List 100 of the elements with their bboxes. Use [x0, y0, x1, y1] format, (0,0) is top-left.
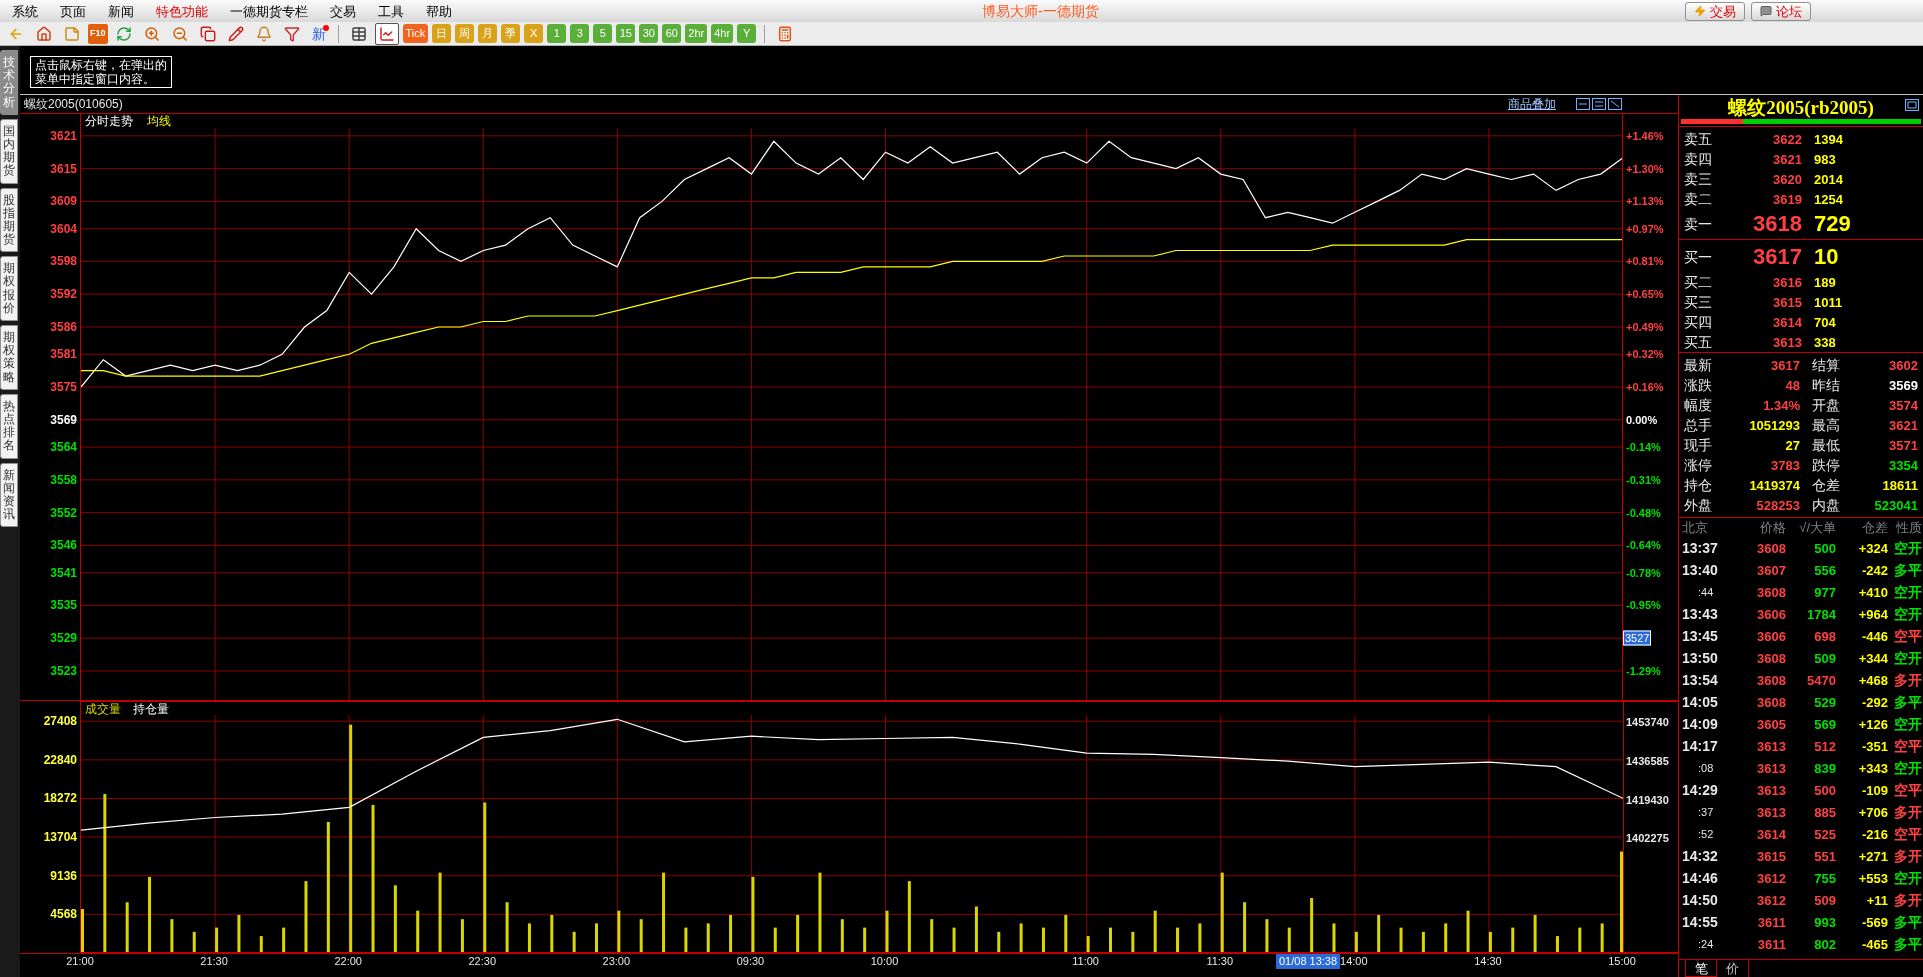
volume-axis-label: 4568	[50, 908, 77, 921]
column-header: 价格	[1759, 521, 1786, 534]
percent-axis-label: -1.29%	[1626, 665, 1661, 677]
trade-volume: 512	[1813, 739, 1836, 753]
menu-item[interactable]: 工具	[378, 4, 404, 18]
stat-label: 持仓	[1684, 478, 1713, 492]
volume-bar	[125, 902, 129, 953]
stat-label: 昨结	[1812, 378, 1841, 392]
f10-button[interactable]: F10	[88, 23, 108, 44]
volume-bar	[1243, 902, 1247, 953]
trade-price: 3615	[1756, 849, 1786, 863]
menu-item[interactable]: 页面	[60, 4, 86, 18]
stat-value: 3621	[1888, 418, 1918, 432]
period-button[interactable]: 季	[501, 24, 521, 43]
price-axis-label: 3598	[50, 255, 77, 268]
trade-price: 3608	[1756, 673, 1786, 687]
volume-bar	[1310, 898, 1314, 953]
stat-label: 外盘	[1684, 498, 1713, 512]
tab[interactable]: 笔	[1685, 960, 1717, 977]
period-button[interactable]: 30	[639, 24, 659, 43]
period-button[interactable]: Tick	[402, 24, 429, 43]
time-axis-label: 21:00	[66, 956, 94, 967]
order-price: 3616	[1772, 275, 1802, 289]
period-button[interactable]: 4hr	[711, 24, 734, 43]
period-button[interactable]: 15	[616, 24, 636, 43]
percent-axis-label: +0.81%	[1626, 255, 1664, 267]
percent-axis-label: -0.14%	[1626, 441, 1661, 453]
volume-bar	[1600, 923, 1604, 953]
order-level-label: 买二	[1684, 275, 1713, 289]
side-tab[interactable]: 技术分析	[0, 50, 18, 115]
period-button[interactable]: 5	[593, 24, 613, 43]
period-button[interactable]: 3	[570, 24, 590, 43]
side-tab[interactable]: 热点排名	[0, 393, 18, 459]
stat-value: 27	[1784, 438, 1800, 452]
order-price: 3617	[1752, 246, 1802, 268]
volume-bar	[684, 927, 688, 953]
order-level-label: 卖二	[1684, 192, 1713, 206]
volume-bar	[1377, 914, 1381, 953]
trade-position-change: +706	[1857, 805, 1888, 819]
column-header: 性质	[1895, 521, 1922, 534]
side-tab[interactable]: 期权报价	[0, 256, 18, 321]
price-axis-label: 3541	[50, 566, 77, 579]
volume-bar	[729, 914, 733, 953]
stat-value: 3569	[1888, 378, 1918, 392]
menu-item[interactable]: 特色功能	[156, 4, 208, 18]
trade-type: 空平	[1893, 739, 1922, 753]
order-level-label: 买一	[1684, 250, 1713, 264]
column-header: 北京	[1682, 521, 1709, 534]
period-button[interactable]: 1	[547, 24, 567, 43]
trade-time: :52	[1697, 828, 1715, 840]
order-volume: 2014	[1814, 172, 1844, 186]
volume-bar	[595, 923, 598, 953]
trade-volume: 698	[1813, 629, 1836, 643]
forum-button[interactable]: 论坛	[1751, 1, 1811, 21]
trade-position-change: +11	[1865, 893, 1888, 907]
trade-time: 13:50	[1682, 651, 1719, 665]
chat-bubble-icon	[1760, 5, 1772, 17]
trade-price: 3612	[1756, 893, 1786, 907]
volume-bar	[1399, 927, 1403, 953]
stat-label: 结算	[1812, 358, 1841, 372]
trade-price: 3613	[1756, 739, 1786, 753]
menu-item[interactable]: 帮助	[426, 4, 452, 18]
order-volume: 704	[1814, 315, 1837, 329]
period-button[interactable]: Y	[737, 24, 757, 43]
trade-position-change: +410	[1857, 585, 1888, 599]
trade-time: 14:09	[1682, 717, 1719, 731]
order-volume: 189	[1814, 275, 1837, 289]
percent-axis-label: +1.46%	[1626, 130, 1664, 142]
order-price: 3613	[1772, 335, 1802, 349]
period-button[interactable]: 月	[478, 24, 498, 43]
trade-position-change: +271	[1857, 849, 1888, 863]
volume-bar	[997, 931, 1001, 953]
period-button[interactable]: 2hr	[685, 24, 708, 43]
side-tab[interactable]: 期权策略	[0, 325, 18, 390]
side-tab[interactable]: 国内期货	[0, 118, 18, 184]
period-button[interactable]: 日	[432, 24, 452, 43]
menu-item[interactable]: 交易	[330, 4, 356, 18]
side-tab[interactable]: 股指期货	[0, 187, 18, 253]
volume-bar	[1131, 931, 1135, 953]
menu-item[interactable]: 系统	[12, 4, 38, 18]
menu-item[interactable]: 新闻	[108, 4, 134, 18]
volume-bar	[1332, 923, 1336, 953]
period-button[interactable]: 周	[455, 24, 475, 43]
period-button[interactable]: 60	[662, 24, 682, 43]
line-chart-button[interactable]	[374, 22, 399, 45]
trade-type: 空开	[1893, 651, 1922, 665]
volume-bar	[1511, 927, 1515, 953]
news-button[interactable]: 新	[307, 23, 330, 44]
menu-item[interactable]: 一德期货专栏	[230, 4, 308, 18]
overlay-link[interactable]: 商品叠加	[1508, 98, 1556, 110]
period-button[interactable]: X	[524, 24, 544, 43]
trade-type: 空开	[1893, 607, 1922, 621]
volume-bar	[796, 914, 800, 953]
layout-icon[interactable]	[1576, 98, 1622, 110]
trade-price: 3606	[1756, 629, 1786, 643]
tab[interactable]: 价	[1717, 960, 1749, 977]
trade-price: 3608	[1756, 695, 1786, 709]
trade-button[interactable]: 交易	[1685, 1, 1745, 21]
side-tab[interactable]: 新闻资讯	[0, 462, 18, 528]
price-axis-label: 3575	[50, 381, 77, 393]
